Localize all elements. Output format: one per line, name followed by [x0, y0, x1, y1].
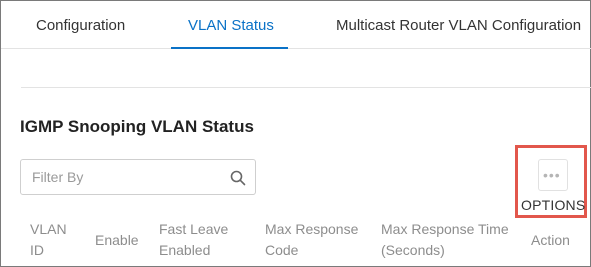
- column-header-line2: ID: [30, 242, 44, 258]
- filter-input[interactable]: [21, 160, 221, 194]
- tab-bar: Configuration VLAN Status Multicast Rout…: [1, 1, 591, 49]
- window-frame: Configuration VLAN Status Multicast Rout…: [0, 0, 591, 267]
- column-header-fast-leave-enabled[interactable]: Fast Leave Enabled: [159, 219, 228, 261]
- column-header-line2: Enable: [95, 232, 139, 248]
- section-divider: [21, 87, 591, 88]
- tab-multicast-router-vlan-configuration[interactable]: Multicast Router VLAN Configuration: [336, 1, 581, 49]
- column-header-max-response-time[interactable]: Max Response Time (Seconds): [381, 219, 509, 261]
- column-header-line1: Max Response: [265, 221, 359, 237]
- page-title: IGMP Snooping VLAN Status: [20, 117, 254, 136]
- options-label: OPTIONS: [521, 197, 586, 213]
- column-header-line2: (Seconds): [381, 242, 445, 258]
- column-header-enable[interactable]: Enable: [95, 230, 139, 251]
- column-header-line2: Enabled: [159, 242, 211, 258]
- column-header-max-response-code[interactable]: Max Response Code: [265, 219, 358, 261]
- column-header-line1: Fast Leave: [159, 221, 229, 237]
- more-horizontal-icon: •••: [543, 167, 561, 183]
- tab-configuration[interactable]: Configuration: [36, 1, 125, 49]
- filter-box: [20, 159, 256, 195]
- options-button[interactable]: •••: [538, 159, 568, 191]
- column-header-action: Action: [531, 230, 570, 251]
- search-icon[interactable]: [229, 169, 247, 187]
- active-tab-indicator: [171, 47, 288, 49]
- column-header-line2: Action: [531, 232, 570, 248]
- tab-vlan-status[interactable]: VLAN Status: [188, 1, 274, 49]
- column-header-line1: Max Response Time: [381, 221, 509, 237]
- column-header-vlan-id[interactable]: VLAN ID: [30, 219, 67, 261]
- column-header-line1: VLAN: [30, 221, 67, 237]
- column-header-line2: Code: [265, 242, 299, 258]
